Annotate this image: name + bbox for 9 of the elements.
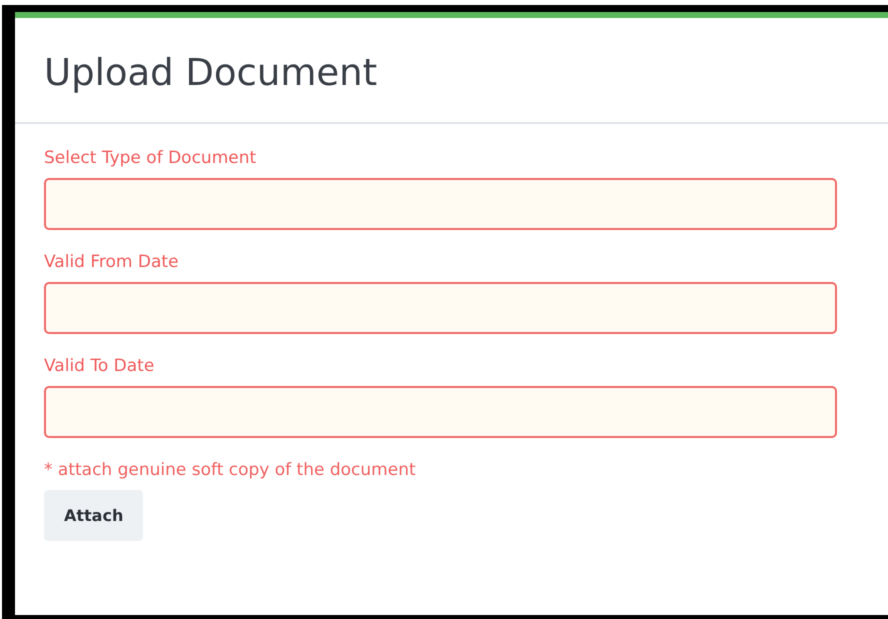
input-field[interactable]	[44, 282, 837, 334]
input-field[interactable]	[44, 386, 837, 438]
field-label: Select Type of Document	[44, 148, 258, 168]
dialog-title: Upload Document	[44, 50, 378, 94]
input-field[interactable]	[44, 178, 837, 230]
field-label: Valid To Date	[44, 356, 156, 376]
attach-button[interactable]: Attach	[44, 490, 144, 541]
field-label: Valid From Date	[44, 252, 180, 272]
hint-text: * attach genuine soft copy of the document	[44, 460, 417, 480]
